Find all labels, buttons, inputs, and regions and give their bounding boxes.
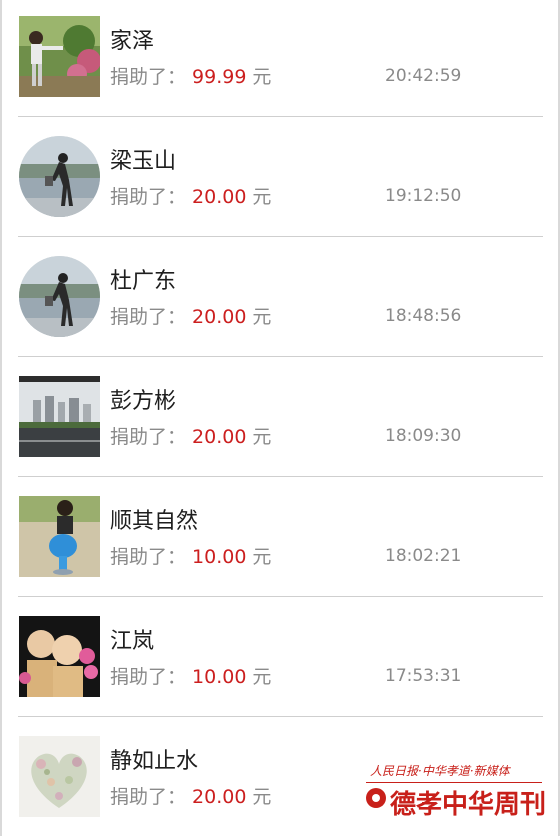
- currency-label: 元: [252, 306, 272, 328]
- donation-row[interactable]: 梁玉山 捐助了： 20.00 元 19:12:50: [0, 120, 560, 240]
- donation-label: 捐助了：: [110, 186, 187, 208]
- donor-name: 江岚: [110, 629, 155, 654]
- currency-label: 元: [252, 666, 272, 688]
- donor-name: 彭方彬: [110, 389, 177, 414]
- donation-time: 20:42:59: [385, 66, 462, 86]
- donation-label: 捐助了：: [110, 666, 187, 688]
- donor-name: 家泽: [110, 29, 155, 54]
- currency-label: 元: [252, 426, 272, 448]
- donation-row[interactable]: 杜广东 捐助了： 20.00 元 18:48:56: [0, 240, 560, 360]
- currency-label: 元: [252, 786, 272, 808]
- flower-heart-avatar[interactable]: [19, 736, 100, 817]
- donation-amount: 99.99: [192, 66, 247, 88]
- donation-row[interactable]: 顺其自然 捐助了： 10.00 元 18:02:21: [0, 480, 560, 600]
- currency-label: 元: [252, 186, 272, 208]
- donation-amount: 10.00: [192, 546, 247, 568]
- toddler-on-toy-avatar[interactable]: [19, 496, 100, 577]
- donation-text: 捐助了： 10.00 元: [110, 662, 271, 689]
- watermark-logo-icon: [366, 788, 386, 808]
- currency-label: 元: [252, 546, 272, 568]
- donation-label: 捐助了：: [110, 546, 187, 568]
- donation-amount: 20.00: [192, 186, 247, 208]
- donation-label: 捐助了：: [110, 426, 187, 448]
- donor-name: 梁玉山: [110, 149, 177, 174]
- donation-row[interactable]: 家泽 捐助了： 99.99 元 20:42:59: [0, 0, 560, 120]
- donation-text: 捐助了： 99.99 元: [110, 62, 271, 89]
- donation-label: 捐助了：: [110, 66, 187, 88]
- donation-label: 捐助了：: [110, 786, 187, 808]
- watermark-title: 德孝中华周刊: [390, 790, 547, 820]
- donor-name: 静如止水: [110, 749, 199, 774]
- donation-text: 捐助了： 20.00 元: [110, 182, 271, 209]
- publisher-watermark: 人民日报·中华孝道·新媒体 德孝中华周刊: [366, 762, 546, 822]
- donation-text: 捐助了： 20.00 元: [110, 782, 271, 809]
- donation-time: 19:12:50: [385, 186, 462, 206]
- donation-time: 18:48:56: [385, 306, 462, 326]
- donation-text: 捐助了： 20.00 元: [110, 422, 271, 449]
- donor-name: 顺其自然: [110, 509, 199, 534]
- watermark-top-line: 人民日报·中华孝道·新媒体: [370, 764, 510, 778]
- donation-amount: 20.00: [192, 786, 247, 808]
- child-photo-avatar[interactable]: [19, 16, 100, 97]
- lakeside-person-avatar[interactable]: [19, 256, 100, 337]
- donation-time: 18:09:30: [385, 426, 462, 446]
- donation-amount: 20.00: [192, 426, 247, 448]
- donation-time: 17:53:31: [385, 666, 462, 686]
- watermark-divider: [366, 782, 542, 783]
- two-children-avatar[interactable]: [19, 616, 100, 697]
- currency-label: 元: [252, 66, 272, 88]
- donation-row[interactable]: 彭方彬 捐助了： 20.00 元 18:09:30: [0, 360, 560, 480]
- lakeside-person-avatar[interactable]: [19, 136, 100, 217]
- donor-name: 杜广东: [110, 269, 177, 294]
- donation-row[interactable]: 江岚 捐助了： 10.00 元 17:53:31: [0, 600, 560, 720]
- donation-list: 家泽 捐助了： 99.99 元 20:42:59 梁玉山 捐助了： 20.00 元 19…: [0, 0, 560, 840]
- donation-text: 捐助了： 10.00 元: [110, 542, 271, 569]
- city-skyline-avatar[interactable]: [19, 376, 100, 457]
- donation-amount: 10.00: [192, 666, 247, 688]
- donation-amount: 20.00: [192, 306, 247, 328]
- donation-time: 18:02:21: [385, 546, 462, 566]
- donation-text: 捐助了： 20.00 元: [110, 302, 271, 329]
- donation-label: 捐助了：: [110, 306, 187, 328]
